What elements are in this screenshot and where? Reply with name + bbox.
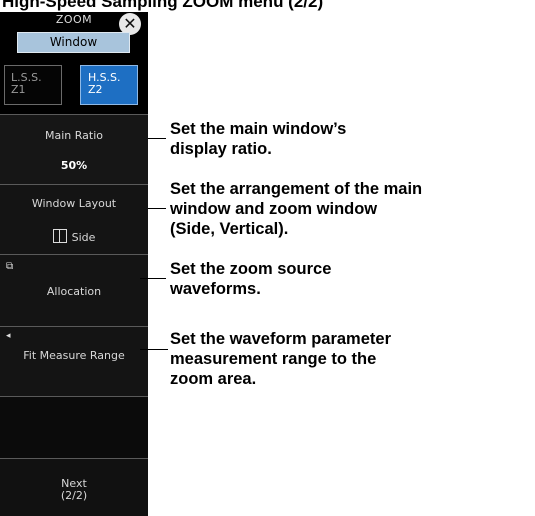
desc-fit-measure-line3: zoom area.: [170, 370, 257, 388]
z2-label: Z2: [88, 83, 103, 96]
desc-fit-measure: Set the waveform parameter measurement r…: [170, 329, 391, 389]
allocation-label: Allocation: [46, 285, 102, 298]
desc-allocation: Set the zoom source waveforms.: [170, 259, 331, 299]
callout-line-window-layout: [148, 208, 166, 209]
window-layout-button[interactable]: Window Layout Side: [0, 184, 148, 255]
main-ratio-value: 50%: [60, 159, 88, 172]
desc-window-layout: Set the arrangement of the main window a…: [170, 179, 422, 239]
side-layout-icon: [52, 229, 67, 243]
z1-label: Z1: [11, 83, 26, 96]
desc-main-ratio: Set the main window’s display ratio.: [170, 119, 346, 159]
desc-main-ratio-line1: Set the main window’s: [170, 120, 347, 138]
callout-line-main-ratio: [148, 138, 166, 139]
triangle-left-icon: ◂: [6, 331, 11, 341]
desc-main-ratio-line2: display ratio.: [170, 140, 272, 158]
desc-fit-measure-line2: measurement range to the: [170, 350, 377, 368]
fit-measure-range-label: Fit Measure Range: [23, 349, 125, 362]
callout-line-fit-measure: [140, 349, 168, 350]
empty-slot: [0, 396, 148, 428]
fit-measure-range-button[interactable]: ◂ Fit Measure Range: [0, 326, 148, 396]
desc-window-layout-line3: (Side, Vertical).: [170, 220, 289, 238]
window-layout-label: Window Layout: [31, 197, 117, 210]
desc-window-layout-line1: Set the arrangement of the main: [170, 180, 423, 198]
lss-z1-option[interactable]: L.S.S. Z1: [4, 65, 62, 105]
next-page-button[interactable]: Next (2/2): [0, 458, 148, 516]
zoom-menu: ZOOM ✕ Window L.S.S. Z1 H.S.S. Z2 Main R…: [0, 12, 148, 516]
window-layout-value: Side: [71, 231, 96, 244]
hss-z2-option[interactable]: H.S.S. Z2: [80, 65, 138, 105]
desc-allocation-line1: Set the zoom source: [170, 260, 332, 278]
next-page-indicator: (2/2): [60, 489, 88, 502]
desc-window-layout-line2: window and zoom window: [170, 200, 378, 218]
desc-allocation-line2: waveforms.: [170, 280, 261, 298]
allocation-button[interactable]: ⧉ Allocation: [0, 254, 148, 326]
segment-gap: [62, 65, 80, 105]
main-ratio-label: Main Ratio: [45, 129, 103, 142]
callout-line-allocation: [140, 278, 166, 279]
desc-fit-measure-line1: Set the waveform parameter: [170, 330, 392, 348]
main-ratio-button[interactable]: Main Ratio 50%: [0, 114, 148, 185]
submenu-icon: ⧉: [6, 261, 14, 272]
window-tab[interactable]: Window: [17, 32, 130, 53]
empty-slot-lower: [0, 428, 148, 458]
